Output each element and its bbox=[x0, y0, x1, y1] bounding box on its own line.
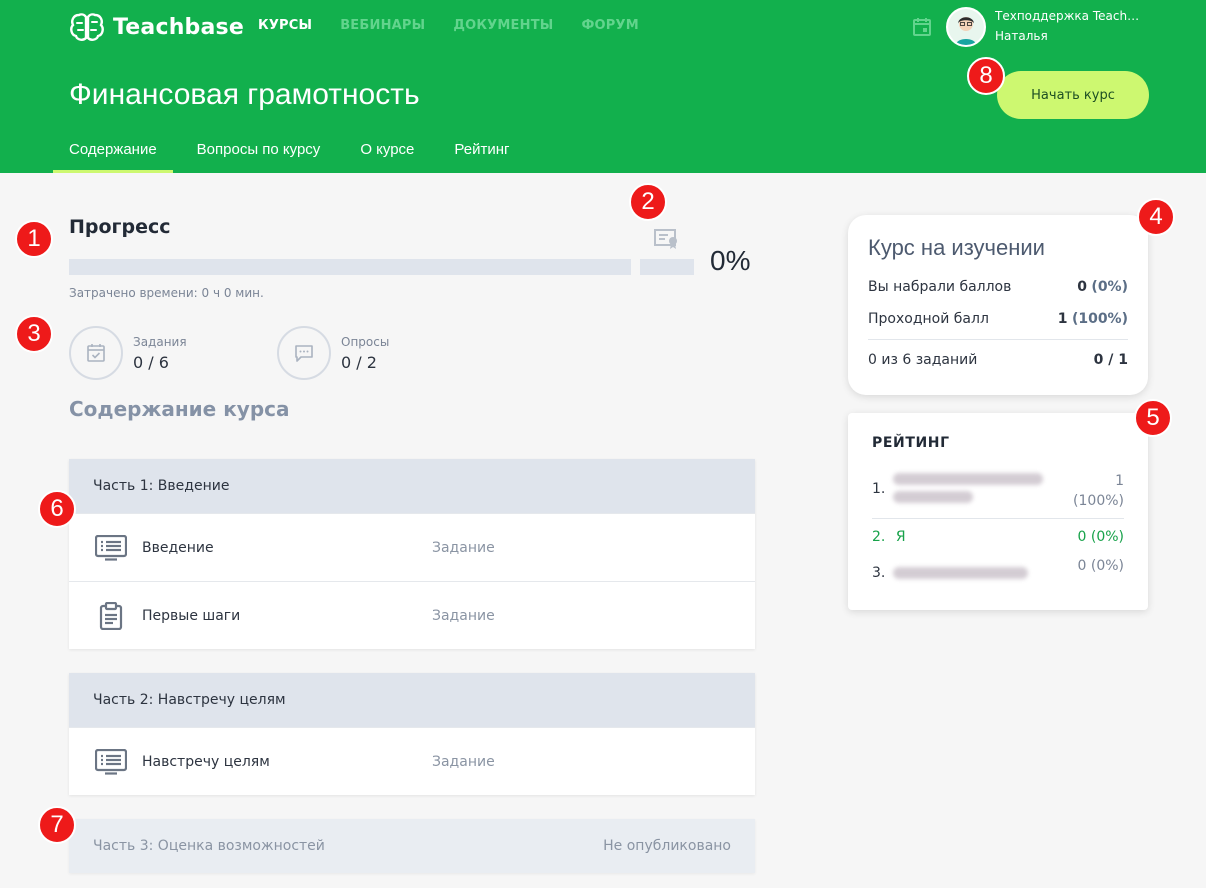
course-part-1: Часть 1: Введение Введение Задание Первы… bbox=[69, 459, 755, 649]
progress-title: Прогресс bbox=[69, 216, 171, 238]
user-avatar-icon bbox=[948, 9, 984, 45]
lesson-row[interactable]: Навстречу целям Задание bbox=[69, 727, 755, 795]
marker-8: 8 bbox=[967, 57, 1005, 95]
lesson-type: Задание bbox=[432, 607, 495, 624]
logo-text: Teachbase bbox=[113, 14, 244, 40]
tasks-row: 0 из 6 заданий 0 / 1 bbox=[868, 344, 1128, 376]
calendar-icon[interactable] bbox=[911, 16, 933, 38]
tab-questions[interactable]: Вопросы по курсу bbox=[181, 141, 337, 173]
rating-name-blurred bbox=[893, 473, 1044, 503]
marker-3: 3 bbox=[15, 315, 53, 353]
pass-label: Проходной балл bbox=[868, 311, 989, 327]
lesson-type: Задание bbox=[432, 753, 495, 770]
rating-score: 1 bbox=[1115, 473, 1124, 489]
tab-about[interactable]: О курсе bbox=[344, 141, 430, 173]
progress-percent: 0% bbox=[710, 245, 751, 276]
pass-pct: (100%) bbox=[1071, 311, 1128, 327]
rating-title: РЕЙТИНГ bbox=[872, 435, 950, 451]
rating-rank: 1. bbox=[872, 481, 886, 497]
stat-polls: Опросы 0 / 2 bbox=[277, 326, 389, 380]
score-pct: (0%) bbox=[1091, 279, 1128, 295]
lesson-title: Введение bbox=[142, 539, 214, 556]
score-value: 0 bbox=[1077, 279, 1087, 295]
stat-polls-value: 0 / 2 bbox=[341, 352, 377, 372]
brain-logo-icon bbox=[70, 13, 104, 41]
stat-tasks-value: 0 / 6 bbox=[133, 352, 169, 372]
nav-documents[interactable]: ДОКУМЕНТЫ bbox=[453, 18, 553, 33]
certificate-progress-bar bbox=[640, 259, 694, 275]
chat-bubble-icon bbox=[295, 345, 313, 362]
certificate-icon[interactable] bbox=[654, 228, 680, 250]
rating-value: 0 (0%) bbox=[1077, 529, 1125, 545]
stat-polls-label: Опросы bbox=[341, 334, 390, 349]
rating-percent: (100%) bbox=[1073, 493, 1124, 509]
stat-tasks-circle bbox=[69, 326, 123, 380]
course-part-3-unpublished[interactable]: Часть 3: Оценка возможностей Не опублико… bbox=[69, 819, 755, 873]
tasks-label: 0 из 6 заданий bbox=[868, 352, 978, 368]
rating-row: 3. 0 (0%) bbox=[872, 558, 1124, 587]
lesson-row[interactable]: Введение Задание bbox=[69, 513, 755, 581]
calendar-check-icon bbox=[87, 344, 105, 362]
pass-value: 1 bbox=[1057, 311, 1068, 327]
rating-card: РЕЙТИНГ 1. 1 (100%) 2. Я 0 (0%) 3. 0 (0%… bbox=[848, 413, 1148, 610]
divider bbox=[868, 339, 1128, 340]
top-navigation: КУРСЫ ВЕБИНАРЫ ДОКУМЕНТЫ ФОРУМ bbox=[258, 18, 667, 33]
marker-5: 5 bbox=[1134, 399, 1172, 437]
course-part-2: Часть 2: Навстречу целям Навстречу целям… bbox=[69, 673, 755, 795]
rating-name-blurred bbox=[893, 566, 1029, 579]
marker-1: 1 bbox=[15, 220, 53, 258]
rating-rank: 2. bbox=[872, 529, 886, 545]
tab-content[interactable]: Содержание bbox=[53, 141, 173, 173]
header: Teachbase КУРСЫ ВЕБИНАРЫ ДОКУМЕНТЫ ФОРУМ… bbox=[0, 0, 1206, 173]
unpublished-status: Не опубликовано bbox=[603, 838, 731, 854]
part-header: Часть 3: Оценка возможностей bbox=[93, 838, 325, 854]
marker-6: 6 bbox=[38, 490, 76, 528]
start-course-button[interactable]: Начать курс bbox=[997, 71, 1149, 119]
rating-row-me: 2. Я 0 (0%) bbox=[872, 529, 1124, 558]
avatar[interactable] bbox=[946, 7, 986, 47]
study-card-title: Курс на изучении bbox=[868, 235, 1045, 260]
logo[interactable]: Teachbase bbox=[69, 11, 244, 43]
pass-row: Проходной балл 1 (100%) bbox=[868, 303, 1128, 335]
presentation-icon bbox=[95, 533, 127, 563]
part-header[interactable]: Часть 1: Введение bbox=[69, 459, 755, 513]
tasks-value: 0 / 1 bbox=[1093, 352, 1128, 368]
nav-webinars[interactable]: ВЕБИНАРЫ bbox=[340, 18, 425, 33]
progress-bar bbox=[69, 259, 631, 275]
score-row: Вы набрали баллов 0 (0%) bbox=[868, 271, 1128, 303]
user-subname: Наталья bbox=[995, 29, 1048, 43]
tab-rating[interactable]: Рейтинг bbox=[438, 141, 525, 173]
marker-2: 2 bbox=[629, 183, 667, 221]
page-title: Финансовая грамотность bbox=[69, 78, 420, 111]
rating-value: 0 (0%) bbox=[1077, 558, 1125, 574]
content-heading: Содержание курса bbox=[69, 397, 290, 421]
score-label: Вы набрали баллов bbox=[868, 279, 1012, 295]
part-header[interactable]: Часть 2: Навстречу целям bbox=[69, 673, 755, 727]
nav-forum[interactable]: ФОРУМ bbox=[581, 18, 638, 33]
course-tabs: Содержание Вопросы по курсу О курсе Рейт… bbox=[53, 141, 533, 173]
marker-7: 7 bbox=[38, 806, 76, 844]
rating-row: 1. 1 (100%) bbox=[872, 471, 1124, 519]
lesson-title: Первые шаги bbox=[142, 607, 241, 624]
clipboard-icon bbox=[95, 601, 127, 631]
user-name[interactable]: Техподдержка Teachbase bbox=[995, 9, 1145, 23]
rating-value: 1 (100%) bbox=[1073, 471, 1124, 518]
lesson-title: Навстречу целям bbox=[142, 753, 270, 770]
lesson-row[interactable]: Первые шаги Задание bbox=[69, 581, 755, 649]
presentation-icon bbox=[95, 747, 127, 777]
rating-rank: 3. bbox=[872, 564, 886, 581]
stat-tasks: Задания 0 / 6 bbox=[69, 326, 187, 380]
stat-tasks-label: Задания bbox=[133, 334, 187, 349]
course-study-card: Курс на изучении Вы набрали баллов 0 (0%… bbox=[848, 215, 1148, 395]
time-spent: Затрачено времени: 0 ч 0 мин. bbox=[69, 286, 264, 300]
lesson-type: Задание bbox=[432, 539, 495, 556]
marker-4: 4 bbox=[1137, 198, 1175, 236]
nav-courses[interactable]: КУРСЫ bbox=[258, 18, 312, 33]
stat-polls-circle bbox=[277, 326, 331, 380]
rating-name: Я bbox=[895, 529, 906, 545]
